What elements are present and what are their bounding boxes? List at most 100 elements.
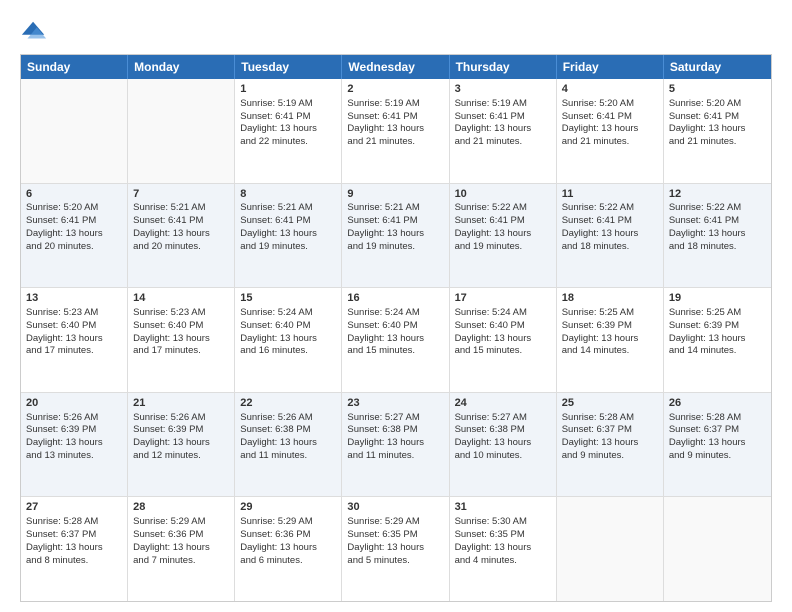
- sunrise-text: Sunrise: 5:27 AM: [455, 412, 551, 425]
- day-cell-15: 15Sunrise: 5:24 AMSunset: 6:40 PMDayligh…: [235, 288, 342, 392]
- day-cell-22: 22Sunrise: 5:26 AMSunset: 6:38 PMDayligh…: [235, 393, 342, 497]
- daylight-text-2: and 16 minutes.: [240, 345, 336, 358]
- sunset-text: Sunset: 6:37 PM: [669, 424, 766, 437]
- calendar-week-1: 1Sunrise: 5:19 AMSunset: 6:41 PMDaylight…: [21, 79, 771, 184]
- sunrise-text: Sunrise: 5:28 AM: [669, 412, 766, 425]
- day-number: 31: [455, 500, 551, 515]
- header-day-friday: Friday: [557, 55, 664, 79]
- sunrise-text: Sunrise: 5:28 AM: [562, 412, 658, 425]
- calendar: SundayMondayTuesdayWednesdayThursdayFrid…: [20, 54, 772, 602]
- daylight-text-2: and 19 minutes.: [240, 241, 336, 254]
- sunset-text: Sunset: 6:40 PM: [240, 320, 336, 333]
- sunrise-text: Sunrise: 5:29 AM: [240, 516, 336, 529]
- daylight-text-1: Daylight: 13 hours: [455, 333, 551, 346]
- daylight-text-1: Daylight: 13 hours: [26, 542, 122, 555]
- day-cell-21: 21Sunrise: 5:26 AMSunset: 6:39 PMDayligh…: [128, 393, 235, 497]
- sunset-text: Sunset: 6:40 PM: [455, 320, 551, 333]
- day-cell-6: 6Sunrise: 5:20 AMSunset: 6:41 PMDaylight…: [21, 184, 128, 288]
- day-number: 6: [26, 187, 122, 202]
- sunrise-text: Sunrise: 5:22 AM: [455, 202, 551, 215]
- sunrise-text: Sunrise: 5:19 AM: [347, 98, 443, 111]
- day-number: 19: [669, 291, 766, 306]
- sunrise-text: Sunrise: 5:20 AM: [669, 98, 766, 111]
- logo: [20, 18, 52, 46]
- day-number: 10: [455, 187, 551, 202]
- daylight-text-2: and 9 minutes.: [669, 450, 766, 463]
- daylight-text-2: and 12 minutes.: [133, 450, 229, 463]
- daylight-text-1: Daylight: 13 hours: [455, 437, 551, 450]
- calendar-week-2: 6Sunrise: 5:20 AMSunset: 6:41 PMDaylight…: [21, 184, 771, 289]
- day-cell-10: 10Sunrise: 5:22 AMSunset: 6:41 PMDayligh…: [450, 184, 557, 288]
- day-cell-30: 30Sunrise: 5:29 AMSunset: 6:35 PMDayligh…: [342, 497, 449, 601]
- sunset-text: Sunset: 6:41 PM: [562, 111, 658, 124]
- daylight-text-1: Daylight: 13 hours: [562, 123, 658, 136]
- daylight-text-1: Daylight: 13 hours: [240, 437, 336, 450]
- sunset-text: Sunset: 6:38 PM: [240, 424, 336, 437]
- daylight-text-2: and 13 minutes.: [26, 450, 122, 463]
- day-number: 18: [562, 291, 658, 306]
- sunrise-text: Sunrise: 5:24 AM: [240, 307, 336, 320]
- sunrise-text: Sunrise: 5:23 AM: [26, 307, 122, 320]
- daylight-text-2: and 18 minutes.: [669, 241, 766, 254]
- sunrise-text: Sunrise: 5:22 AM: [562, 202, 658, 215]
- day-cell-4: 4Sunrise: 5:20 AMSunset: 6:41 PMDaylight…: [557, 79, 664, 183]
- day-number: 16: [347, 291, 443, 306]
- sunrise-text: Sunrise: 5:20 AM: [562, 98, 658, 111]
- day-cell-25: 25Sunrise: 5:28 AMSunset: 6:37 PMDayligh…: [557, 393, 664, 497]
- sunset-text: Sunset: 6:41 PM: [669, 111, 766, 124]
- day-number: 20: [26, 396, 122, 411]
- daylight-text-1: Daylight: 13 hours: [133, 333, 229, 346]
- daylight-text-2: and 20 minutes.: [26, 241, 122, 254]
- day-number: 1: [240, 82, 336, 97]
- daylight-text-2: and 14 minutes.: [669, 345, 766, 358]
- sunrise-text: Sunrise: 5:19 AM: [455, 98, 551, 111]
- day-number: 24: [455, 396, 551, 411]
- daylight-text-2: and 4 minutes.: [455, 555, 551, 568]
- sunset-text: Sunset: 6:39 PM: [133, 424, 229, 437]
- day-number: 11: [562, 187, 658, 202]
- day-number: 25: [562, 396, 658, 411]
- header-day-saturday: Saturday: [664, 55, 771, 79]
- day-number: 5: [669, 82, 766, 97]
- daylight-text-2: and 15 minutes.: [455, 345, 551, 358]
- sunset-text: Sunset: 6:41 PM: [26, 215, 122, 228]
- logo-icon: [20, 18, 48, 46]
- header-day-monday: Monday: [128, 55, 235, 79]
- day-number: 17: [455, 291, 551, 306]
- sunrise-text: Sunrise: 5:22 AM: [669, 202, 766, 215]
- sunset-text: Sunset: 6:39 PM: [26, 424, 122, 437]
- empty-cell: [21, 79, 128, 183]
- daylight-text-2: and 18 minutes.: [562, 241, 658, 254]
- header: [20, 18, 772, 46]
- daylight-text-1: Daylight: 13 hours: [669, 228, 766, 241]
- empty-cell: [128, 79, 235, 183]
- sunset-text: Sunset: 6:39 PM: [669, 320, 766, 333]
- daylight-text-2: and 21 minutes.: [669, 136, 766, 149]
- day-number: 12: [669, 187, 766, 202]
- daylight-text-2: and 11 minutes.: [347, 450, 443, 463]
- daylight-text-1: Daylight: 13 hours: [562, 333, 658, 346]
- day-number: 2: [347, 82, 443, 97]
- sunrise-text: Sunrise: 5:20 AM: [26, 202, 122, 215]
- sunrise-text: Sunrise: 5:24 AM: [347, 307, 443, 320]
- daylight-text-1: Daylight: 13 hours: [240, 542, 336, 555]
- sunset-text: Sunset: 6:41 PM: [455, 111, 551, 124]
- calendar-week-5: 27Sunrise: 5:28 AMSunset: 6:37 PMDayligh…: [21, 497, 771, 601]
- sunrise-text: Sunrise: 5:21 AM: [133, 202, 229, 215]
- sunset-text: Sunset: 6:41 PM: [669, 215, 766, 228]
- sunset-text: Sunset: 6:35 PM: [347, 529, 443, 542]
- day-cell-5: 5Sunrise: 5:20 AMSunset: 6:41 PMDaylight…: [664, 79, 771, 183]
- day-cell-12: 12Sunrise: 5:22 AMSunset: 6:41 PMDayligh…: [664, 184, 771, 288]
- sunset-text: Sunset: 6:41 PM: [240, 111, 336, 124]
- day-cell-18: 18Sunrise: 5:25 AMSunset: 6:39 PMDayligh…: [557, 288, 664, 392]
- daylight-text-1: Daylight: 13 hours: [347, 333, 443, 346]
- day-number: 27: [26, 500, 122, 515]
- sunset-text: Sunset: 6:38 PM: [455, 424, 551, 437]
- day-cell-23: 23Sunrise: 5:27 AMSunset: 6:38 PMDayligh…: [342, 393, 449, 497]
- day-cell-26: 26Sunrise: 5:28 AMSunset: 6:37 PMDayligh…: [664, 393, 771, 497]
- header-day-tuesday: Tuesday: [235, 55, 342, 79]
- daylight-text-1: Daylight: 13 hours: [669, 123, 766, 136]
- daylight-text-1: Daylight: 13 hours: [455, 123, 551, 136]
- daylight-text-1: Daylight: 13 hours: [455, 542, 551, 555]
- sunrise-text: Sunrise: 5:25 AM: [562, 307, 658, 320]
